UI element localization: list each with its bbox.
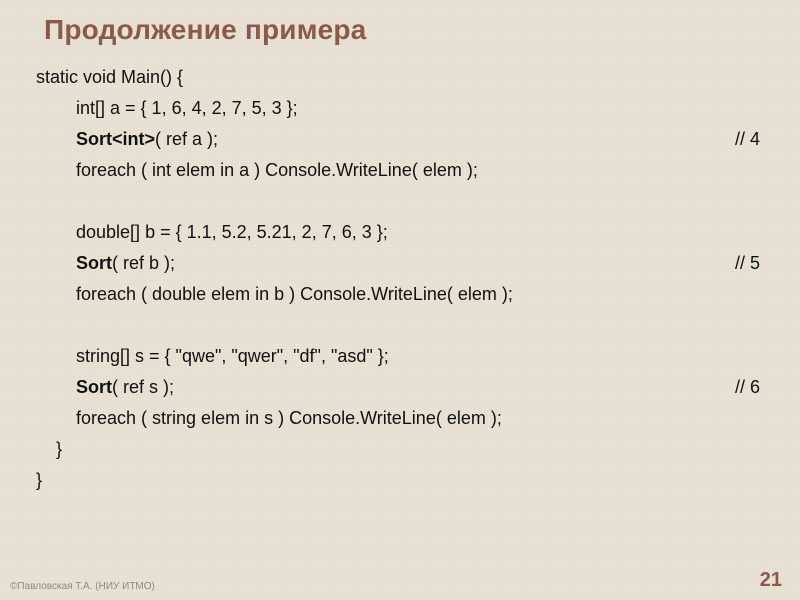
code-text: int[] a = { 1, 6, 4, 2, 7, 5, 3 };: [36, 93, 298, 124]
code-text: ( ref b );: [112, 248, 175, 279]
code-line: foreach ( double elem in b ) Console.Wri…: [36, 279, 760, 310]
code-line: foreach ( int elem in a ) Console.WriteL…: [36, 155, 760, 186]
code-block: static void Main() { int[] a = { 1, 6, 4…: [36, 62, 760, 496]
code-line: string[] s = { "qwe", "qwer", "df", "asd…: [36, 341, 760, 372]
code-line: double[] b = { 1.1, 5.2, 5.21, 2, 7, 6, …: [36, 217, 760, 248]
code-indent: [36, 248, 76, 279]
code-text: }: [36, 465, 42, 496]
code-indent: [36, 124, 76, 155]
code-text: static void Main() {: [36, 62, 183, 93]
code-bold: Sort: [76, 248, 112, 279]
code-comment: // 4: [735, 124, 760, 155]
code-bold: Sort: [76, 372, 112, 403]
code-line: int[] a = { 1, 6, 4, 2, 7, 5, 3 };: [36, 93, 760, 124]
code-comment: // 5: [735, 248, 760, 279]
slide-title: Продолжение примера: [44, 14, 366, 46]
blank-line: [36, 310, 760, 341]
footer-copyright: ©Павловская Т.А. (НИУ ИТМО): [10, 581, 155, 592]
code-text: foreach ( string elem in s ) Console.Wri…: [36, 403, 502, 434]
code-text: }: [36, 434, 62, 465]
slide: Продолжение примера static void Main() {…: [0, 0, 800, 600]
blank-line: [36, 186, 760, 217]
code-line: Sort( ref b ); // 5: [36, 248, 760, 279]
code-line: static void Main() {: [36, 62, 760, 93]
code-line: Sort<int>( ref a ); // 4: [36, 124, 760, 155]
code-text: ( ref s );: [112, 372, 174, 403]
code-indent: [36, 372, 76, 403]
code-text: ( ref a );: [155, 124, 218, 155]
code-comment: // 6: [735, 372, 760, 403]
page-number: 21: [760, 569, 782, 592]
code-bold: Sort<int>: [76, 124, 155, 155]
code-line: }: [36, 434, 760, 465]
code-text: foreach ( double elem in b ) Console.Wri…: [36, 279, 513, 310]
code-line: }: [36, 465, 760, 496]
code-text: foreach ( int elem in a ) Console.WriteL…: [36, 155, 478, 186]
code-line: foreach ( string elem in s ) Console.Wri…: [36, 403, 760, 434]
code-line: Sort( ref s ); // 6: [36, 372, 760, 403]
code-text: string[] s = { "qwe", "qwer", "df", "asd…: [36, 341, 389, 372]
code-text: double[] b = { 1.1, 5.2, 5.21, 2, 7, 6, …: [36, 217, 388, 248]
